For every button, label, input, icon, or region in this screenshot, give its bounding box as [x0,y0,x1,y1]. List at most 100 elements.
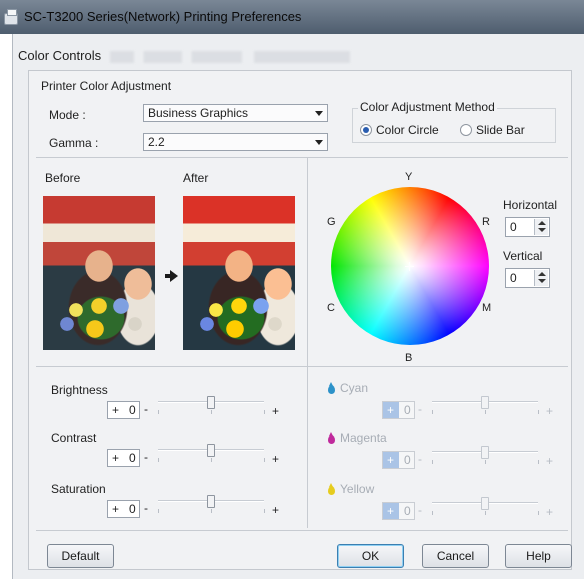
mode-dropdown[interactable]: Business Graphics [143,104,328,122]
spin-down-icon[interactable] [538,279,546,283]
slider-tick [211,509,212,513]
separator [36,157,568,158]
saturation-plus-label: + [272,503,280,517]
slider-tick [158,509,159,513]
brightness-value-field[interactable]: +0 [107,401,140,419]
slider-tick [432,511,433,515]
slider-tick [538,460,539,464]
separator [307,158,308,528]
slider-tick [158,458,159,462]
horizontal-spinbox[interactable]: 0 [505,217,550,237]
saturation-sign: + [112,502,120,516]
after-preview-image [183,196,295,350]
radio-color-circle[interactable]: Color Circle [360,123,450,137]
color-circle-label-g: G [327,216,336,228]
magenta-minus-label: - [418,452,422,466]
vertical-value: 0 [510,271,517,285]
cancel-button[interactable]: Cancel [422,544,489,568]
yellow-sign: + [387,504,395,518]
brightness-value: 0 [129,403,136,417]
magenta-slider-thumb[interactable] [481,446,489,459]
magenta-drop-icon [328,432,335,444]
spin-up-icon[interactable] [538,272,546,276]
yellow-value-field[interactable]: +0 [382,502,415,520]
yellow-label: Yellow [340,482,375,496]
vertical-label: Vertical [503,249,543,263]
gamma-dropdown[interactable]: 2.2 [143,133,328,151]
printer-color-adjustment-title: Printer Color Adjustment [41,79,172,93]
magenta-sign: + [387,453,395,467]
magenta-label: Magenta [340,431,387,445]
slider-tick [432,460,433,464]
arrow-right-icon [165,270,178,282]
separator [36,530,568,531]
radio-button[interactable] [460,124,472,136]
contrast-plus-label: + [272,452,280,466]
window-title: SC-T3200 Series(Network) Printing Prefer… [24,9,302,24]
yellow-value: 0 [404,504,411,518]
saturation-minus-label: - [144,501,148,515]
help-button[interactable]: Help [505,544,572,568]
yellow-slider-thumb[interactable] [481,497,489,510]
cyan-plus-label: + [546,404,554,418]
crosshair-icon[interactable] [405,262,414,271]
contrast-sign: + [112,451,120,465]
slider-tick [538,410,539,414]
saturation-slider-thumb[interactable] [207,495,215,508]
color-circle-label-m: M [482,302,492,314]
spin-down-icon[interactable] [538,228,546,232]
contrast-slider-thumb[interactable] [207,444,215,457]
cyan-label: Cyan [340,381,369,395]
brightness-label: Brightness [51,383,108,397]
vertical-spinbox[interactable]: 0 [505,268,550,288]
mode-label: Mode : [49,108,86,122]
horizontal-label: Horizontal [503,198,558,212]
brightness-plus-label: + [272,404,280,418]
color-circle-label-y: Y [405,171,413,183]
spin-up-icon[interactable] [538,221,546,225]
radio-button-selected[interactable] [360,124,372,136]
magenta-value-field[interactable]: +0 [382,451,415,469]
spinner-buttons[interactable] [534,219,548,235]
saturation-label: Saturation [51,482,106,496]
radio-slide-bar[interactable]: Slide Bar [460,123,540,137]
title-bar[interactable]: SC-T3200 Series(Network) Printing Prefer… [0,0,584,34]
chevron-down-icon [315,111,323,116]
slider-tick [211,458,212,462]
brightness-slider-thumb[interactable] [207,396,215,409]
cyan-slider-thumb[interactable] [481,396,489,409]
color-circle-label-c: C [327,302,335,314]
slider-tick [485,410,486,414]
contrast-value-field[interactable]: +0 [107,449,140,467]
brightness-minus-label: - [144,402,148,416]
cyan-minus-label: - [418,402,422,416]
default-button[interactable]: Default [47,544,114,568]
radio-slide-bar-label: Slide Bar [476,123,525,137]
slider-tick [211,410,212,414]
color-circle-label-r: R [482,216,490,228]
cyan-value-field[interactable]: +0 [382,401,415,419]
separator [36,366,568,367]
dialog-caption: Color Controls [18,48,102,63]
slider-tick [538,511,539,515]
ok-button[interactable]: OK [337,544,404,568]
magenta-value: 0 [404,453,411,467]
cyan-value: 0 [404,403,411,417]
mode-value: Business Graphics [148,106,249,120]
saturation-value-field[interactable]: +0 [107,500,140,518]
cyan-drop-icon [328,382,335,394]
slider-tick [264,410,265,414]
background-tabs [110,51,350,63]
color-circle-label-b: B [405,352,413,364]
contrast-minus-label: - [144,450,148,464]
horizontal-value: 0 [510,220,517,234]
brightness-sign: + [112,403,120,417]
after-label: After [183,171,209,185]
gamma-label: Gamma : [49,136,99,150]
spinner-buttons[interactable] [534,270,548,286]
yellow-drop-icon [328,483,335,495]
before-preview-image [43,196,155,350]
color-adjustment-method-title: Color Adjustment Method [358,100,497,114]
slider-tick [485,460,486,464]
radio-color-circle-label: Color Circle [376,123,439,137]
